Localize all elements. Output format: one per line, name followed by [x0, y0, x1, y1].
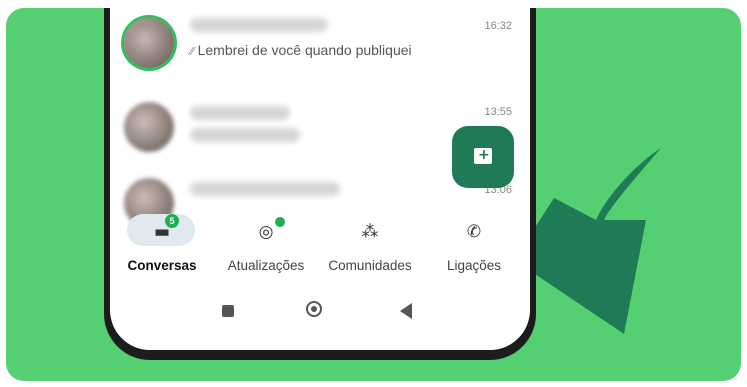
tab-ligacoes[interactable]: ✆ Ligações — [422, 212, 526, 282]
phone-frame: ⁄⁄ Lembrei de você quando publiquei 16:3… — [104, 8, 536, 360]
phone-screen: ⁄⁄ Lembrei de você quando publiquei 16:3… — [110, 8, 530, 350]
new-update-dot — [274, 216, 286, 228]
avatar[interactable] — [124, 102, 174, 152]
message-time: 13:55 — [484, 106, 512, 118]
unread-badge: 5 — [165, 214, 179, 228]
home-icon[interactable] — [306, 301, 322, 317]
system-navigation-bar — [110, 296, 530, 326]
recents-icon[interactable] — [222, 305, 234, 317]
tab-label: Conversas — [127, 258, 197, 273]
bottom-navigation: ▬ 5 Conversas ◎ Atualizações ⁂ Comunidad… — [110, 212, 530, 292]
promo-card: ⁄⁄ Lembrei de você quando publiquei 16:3… — [6, 8, 741, 381]
message-time: 16:32 — [484, 20, 512, 32]
double-check-icon: ⁄⁄ — [190, 45, 194, 58]
tab-comunidades[interactable]: ⁂ Comunidades — [318, 212, 422, 282]
back-icon[interactable] — [400, 303, 412, 319]
contact-name-blurred — [190, 18, 328, 32]
message-preview: ⁄⁄ Lembrei de você quando publiquei — [190, 42, 412, 58]
calls-icon: ✆ — [466, 222, 482, 242]
tab-atualizacoes[interactable]: ◎ Atualizações — [214, 212, 318, 282]
contact-name-blurred — [190, 106, 290, 120]
tab-conversas[interactable]: ▬ 5 Conversas — [110, 212, 214, 282]
avatar[interactable] — [124, 18, 174, 68]
new-chat-button[interactable] — [452, 126, 514, 188]
contact-name-blurred — [190, 182, 340, 196]
tab-label: Atualizações — [227, 258, 305, 273]
message-preview-blurred — [190, 128, 300, 142]
new-chat-icon — [474, 147, 492, 164]
tab-label: Comunidades — [328, 258, 412, 273]
communities-icon: ⁂ — [361, 222, 379, 242]
tab-label: Ligações — [446, 258, 502, 273]
status-icon: ◎ — [258, 222, 274, 242]
chat-row[interactable]: ⁄⁄ Lembrei de você quando publiquei 16:3… — [110, 10, 530, 80]
